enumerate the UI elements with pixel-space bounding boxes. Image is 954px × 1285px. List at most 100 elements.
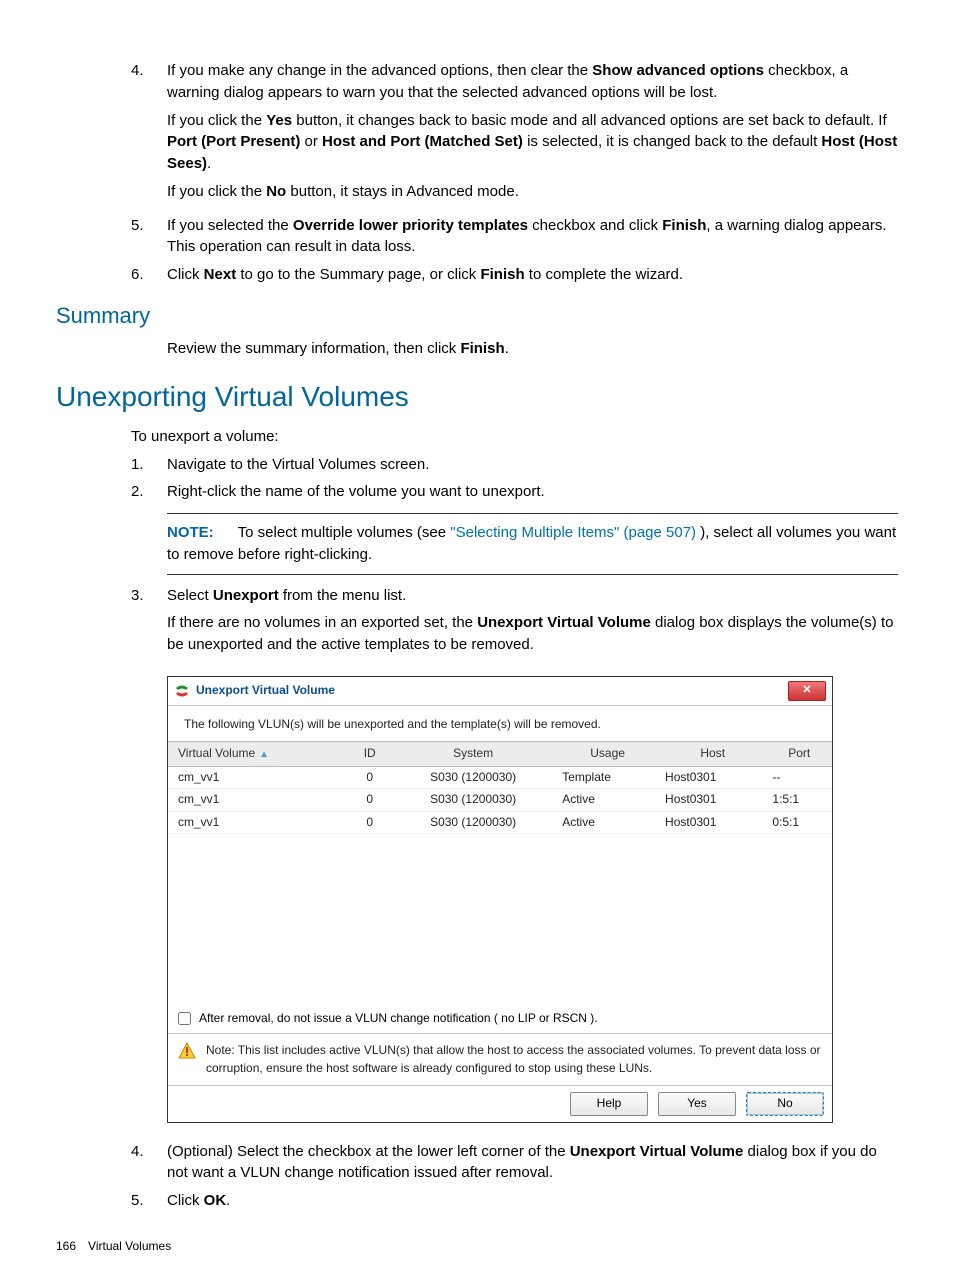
list-item: 3. Select Unexport from the menu list. I… xyxy=(56,585,898,662)
cell-id: 0 xyxy=(349,811,390,833)
list-number: 1. xyxy=(56,454,167,476)
list-item: 4. (Optional) Select the checkbox at the… xyxy=(56,1141,898,1185)
close-button[interactable]: ✕ xyxy=(788,681,826,701)
close-icon: ✕ xyxy=(802,683,811,699)
bold-text: Finish xyxy=(662,217,706,234)
bold-text: OK xyxy=(204,1192,227,1209)
page-number: 166 xyxy=(56,1239,76,1253)
text: Select xyxy=(167,587,213,604)
text: If you selected the xyxy=(167,217,293,234)
bold-text: Next xyxy=(204,266,237,283)
note-label: NOTE: xyxy=(167,524,214,541)
table-row[interactable]: cm_vv1 0 S030 (1200030) Template Host030… xyxy=(168,766,832,788)
page-footer: 166 Virtual Volumes xyxy=(56,1238,898,1255)
bold-text: Override lower priority templates xyxy=(293,217,528,234)
warning-icon xyxy=(178,1042,196,1065)
bold-text: Unexport Virtual Volume xyxy=(477,614,651,631)
text: is selected, it is changed back to the d… xyxy=(523,133,822,150)
cell-port: 0:5:1 xyxy=(766,811,832,833)
text: . xyxy=(505,340,509,357)
list-item: 5. If you selected the Override lower pr… xyxy=(56,215,898,259)
text: button, it changes back to basic mode an… xyxy=(292,112,887,129)
list-item: 6. Click Next to go to the Summary page,… xyxy=(56,264,898,286)
table-empty-space xyxy=(168,834,832,1004)
col-header-port[interactable]: Port xyxy=(766,742,832,767)
footer-section: Virtual Volumes xyxy=(88,1239,171,1253)
cell-host: Host0301 xyxy=(659,789,766,811)
intro-text: To unexport a volume: xyxy=(56,426,898,448)
text: Navigate to the Virtual Volumes screen. xyxy=(167,454,898,476)
dialog-button-row: Help Yes No xyxy=(168,1085,832,1121)
text: Click xyxy=(167,1192,204,1209)
list-number: 6. xyxy=(56,264,167,286)
bold-text: Port (Port Present) xyxy=(167,133,300,150)
bold-text: Unexport xyxy=(213,587,279,604)
cross-reference-link[interactable]: "Selecting Multiple Items" (page 507) xyxy=(450,524,696,541)
list-item: 5. Click OK. xyxy=(56,1190,898,1212)
sort-ascending-icon: ▲ xyxy=(259,749,269,760)
cell-id: 0 xyxy=(349,766,390,788)
help-button[interactable]: Help xyxy=(570,1092,648,1115)
col-header-system[interactable]: System xyxy=(390,742,556,767)
summary-heading: Summary xyxy=(56,300,898,332)
cell-host: Host0301 xyxy=(659,766,766,788)
cell-id: 0 xyxy=(349,789,390,811)
cell-vv: cm_vv1 xyxy=(168,789,349,811)
checkbox-label: After removal, do not issue a VLUN chang… xyxy=(199,1010,598,1027)
yes-button[interactable]: Yes xyxy=(658,1092,736,1115)
text: button, it stays in Advanced mode. xyxy=(286,183,519,200)
text: to complete the wizard. xyxy=(525,266,683,283)
text: (Optional) Select the checkbox at the lo… xyxy=(167,1143,570,1160)
text: from the menu list. xyxy=(279,587,407,604)
cell-port: -- xyxy=(766,766,832,788)
bold-text: Show advanced options xyxy=(592,62,764,79)
text: . xyxy=(207,155,211,172)
text: If you make any change in the advanced o… xyxy=(167,62,592,79)
list-number: 5. xyxy=(56,1190,167,1212)
cell-usage: Active xyxy=(556,811,659,833)
cell-system: S030 (1200030) xyxy=(390,789,556,811)
bold-text: Unexport Virtual Volume xyxy=(570,1143,744,1160)
dialog-title-bar: Unexport Virtual Volume ✕ xyxy=(168,677,832,706)
list-number: 5. xyxy=(56,215,167,259)
cell-port: 1:5:1 xyxy=(766,789,832,811)
col-header-id[interactable]: ID xyxy=(349,742,390,767)
unexport-dialog: Unexport Virtual Volume ✕ The following … xyxy=(167,676,833,1123)
list-number: 2. xyxy=(56,481,167,503)
bold-text: Yes xyxy=(266,112,292,129)
col-header-virtual-volume[interactable]: Virtual Volume▲ xyxy=(168,742,349,767)
cell-usage: Template xyxy=(556,766,659,788)
text: . xyxy=(226,1192,230,1209)
warning-row: Note: This list includes active VLUN(s) … xyxy=(168,1033,832,1085)
text: To select multiple volumes (see xyxy=(238,524,451,541)
cell-vv: cm_vv1 xyxy=(168,811,349,833)
no-button[interactable]: No xyxy=(746,1092,824,1115)
cell-vv: cm_vv1 xyxy=(168,766,349,788)
list-item: 2. Right-click the name of the volume yo… xyxy=(56,481,898,503)
text: or xyxy=(300,133,322,150)
list-number: 4. xyxy=(56,60,167,209)
list-number: 4. xyxy=(56,1141,167,1185)
no-notification-checkbox[interactable] xyxy=(178,1012,191,1025)
list-item: 1. Navigate to the Virtual Volumes scree… xyxy=(56,454,898,476)
vlun-table: Virtual Volume▲ ID System Usage Host Por… xyxy=(168,741,832,834)
text: Click xyxy=(167,266,204,283)
app-icon xyxy=(174,683,190,699)
text: to go to the Summary page, or click xyxy=(236,266,480,283)
cell-system: S030 (1200030) xyxy=(390,766,556,788)
bold-text: Finish xyxy=(480,266,524,283)
bold-text: Host and Port (Matched Set) xyxy=(322,133,523,150)
col-header-usage[interactable]: Usage xyxy=(556,742,659,767)
cell-usage: Active xyxy=(556,789,659,811)
table-row[interactable]: cm_vv1 0 S030 (1200030) Active Host0301 … xyxy=(168,811,832,833)
text: If you click the xyxy=(167,112,266,129)
dialog-message: The following VLUN(s) will be unexported… xyxy=(168,706,832,741)
list-item: 4. If you make any change in the advance… xyxy=(56,60,898,209)
col-header-host[interactable]: Host xyxy=(659,742,766,767)
text: checkbox and click xyxy=(528,217,662,234)
cell-host: Host0301 xyxy=(659,811,766,833)
bold-text: No xyxy=(266,183,286,200)
note-box: NOTE: To select multiple volumes (see "Se… xyxy=(167,513,898,575)
table-row[interactable]: cm_vv1 0 S030 (1200030) Active Host0301 … xyxy=(168,789,832,811)
cell-system: S030 (1200030) xyxy=(390,811,556,833)
